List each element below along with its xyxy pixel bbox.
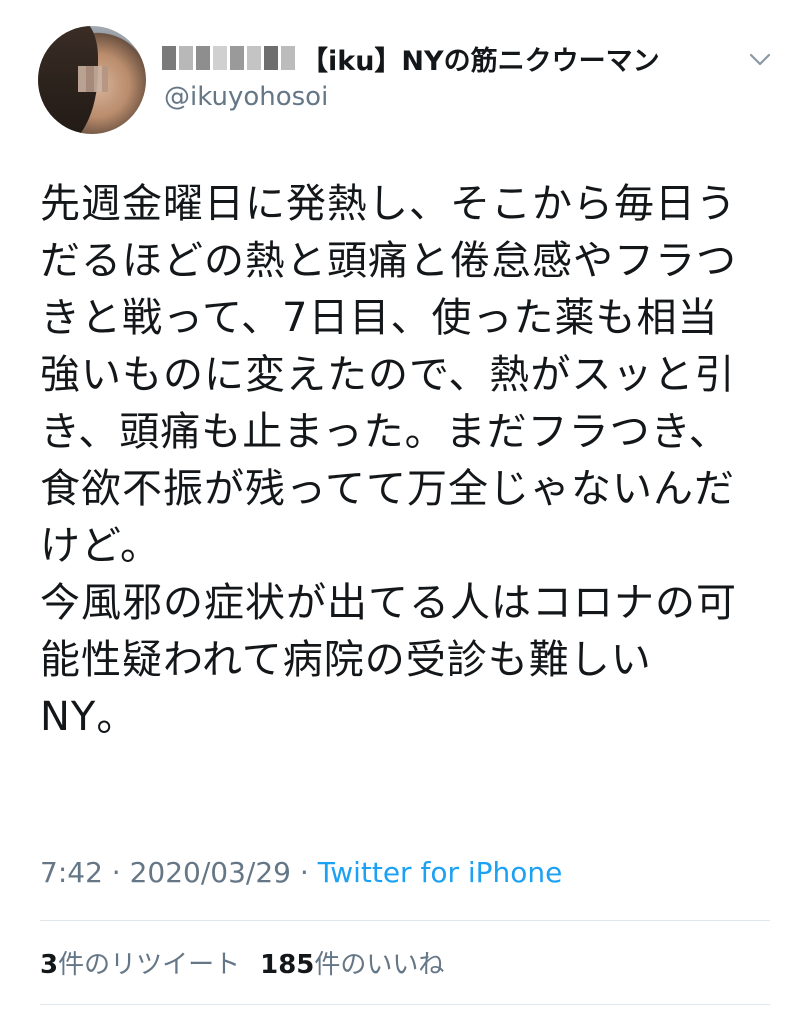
- chevron-down-icon[interactable]: [740, 40, 780, 80]
- like-stat[interactable]: 185件のいいね: [260, 944, 444, 981]
- tweet-stats: 3件のリツイート 185件のいいね: [40, 944, 444, 981]
- avatar-mosaic: [78, 66, 108, 92]
- blurred-name-mosaic: [162, 46, 295, 70]
- tweet-source-link[interactable]: Twitter for iPhone: [318, 856, 563, 889]
- divider: [40, 1004, 770, 1005]
- tweet-date: 2020/03/29: [129, 856, 291, 889]
- like-count: 185: [260, 950, 315, 980]
- like-label: 件のいいね: [314, 950, 445, 980]
- meta-separator: ·: [111, 856, 121, 889]
- tweet-time: 7:42: [40, 856, 103, 889]
- meta-separator: ·: [299, 856, 309, 889]
- retweet-stat[interactable]: 3件のリツイート: [40, 944, 240, 981]
- retweet-label: 件のリツイート: [58, 950, 241, 980]
- tweet-meta: 7:42 · 2020/03/29 · Twitter for iPhone: [40, 856, 562, 889]
- avatar[interactable]: [38, 26, 146, 134]
- author-name-row[interactable]: 【iku】NYの筋ニクウーマン: [162, 38, 660, 78]
- user-handle[interactable]: @ikuyohosoi: [164, 82, 328, 112]
- tweet-text: 先週金曜日に発熱し、そこから毎日う だるほどの熱と頭痛と倦怠感やフラつ きと戦っ…: [40, 181, 737, 740]
- display-name[interactable]: 【iku】NYの筋ニクウーマン: [301, 39, 660, 78]
- retweet-count: 3: [40, 950, 59, 980]
- divider: [40, 920, 770, 921]
